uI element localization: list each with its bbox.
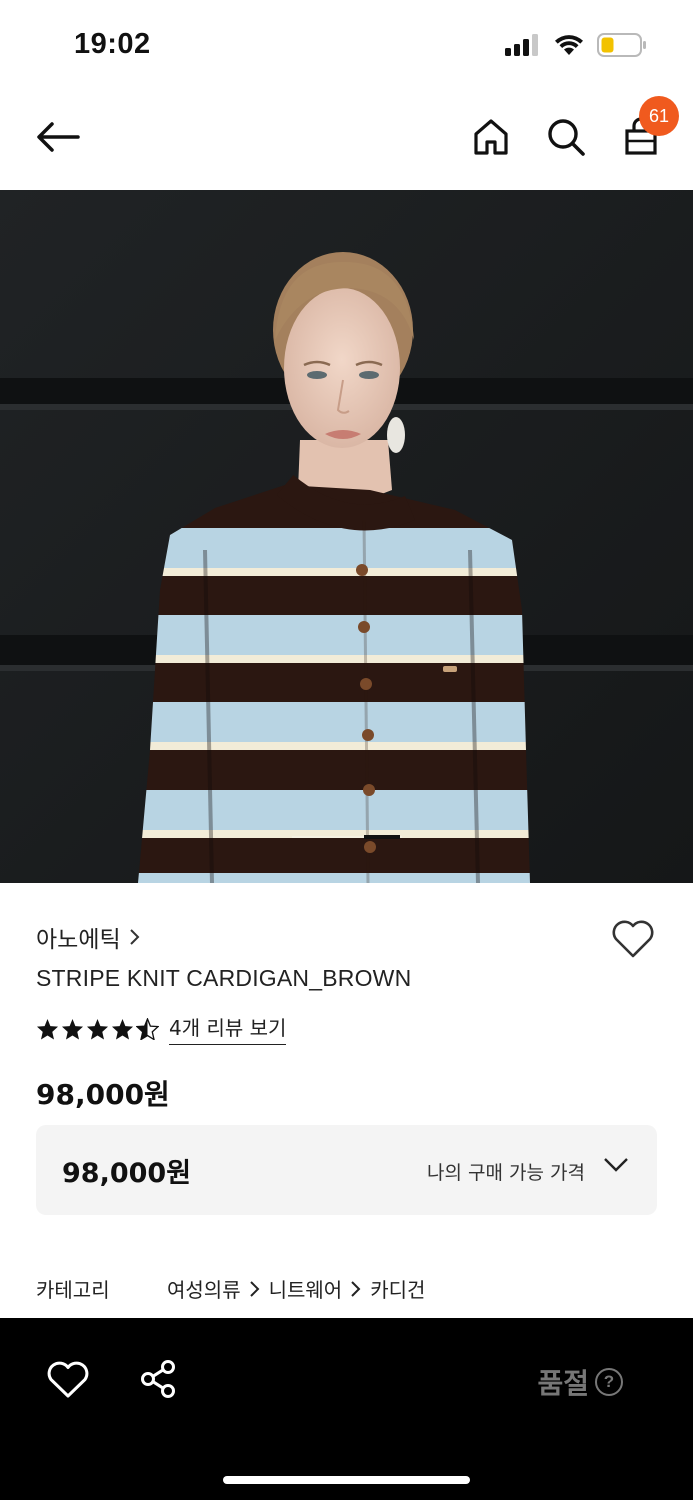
star-full-icon <box>61 1018 84 1040</box>
wifi-icon <box>555 35 583 55</box>
rating-stars <box>36 1017 159 1040</box>
product-name: STRIPE KNIT CARDIGAN_BROWN <box>36 965 412 991</box>
product-price: 98,000원 <box>36 1078 170 1111</box>
home-indicator <box>223 1476 470 1484</box>
top-navigation: 61 <box>0 90 693 190</box>
back-arrow-icon <box>37 122 80 152</box>
my-price-label: 나의 구매 가능 가격 <box>427 1162 585 1184</box>
reviews-link[interactable]: 4개 리뷰 보기 <box>169 1012 287 1045</box>
category-crumb-knitwear[interactable]: 니트웨어 <box>269 1274 343 1303</box>
product-image-gallery[interactable] <box>0 190 693 883</box>
image-pager <box>292 835 402 839</box>
cart-count-badge[interactable]: 61 <box>639 96 679 136</box>
my-price-value: 98,000원 <box>62 1158 192 1189</box>
share-icon <box>141 1360 175 1398</box>
help-icon[interactable]: ? <box>595 1368 623 1396</box>
bottom-action-bar: 품절 ? <box>0 1318 693 1500</box>
chevron-right-icon <box>249 1280 260 1297</box>
heart-outline-icon <box>612 920 654 958</box>
star-half-icon <box>136 1017 159 1040</box>
share-button[interactable] <box>138 1358 180 1400</box>
status-time: 19:02 <box>74 28 151 60</box>
battery-low-icon <box>597 33 646 57</box>
status-bar: 19:02 <box>0 0 693 90</box>
category-breadcrumb: 카테고리 여성의류 니트웨어 카디건 <box>36 1274 425 1303</box>
category-crumb-women[interactable]: 여성의류 <box>167 1274 241 1303</box>
category-crumb-cardigan[interactable]: 카디건 <box>370 1274 425 1303</box>
star-full-icon <box>36 1018 59 1040</box>
chevron-right-icon <box>351 1280 361 1297</box>
brand-name: 아노에틱 <box>36 927 121 953</box>
wishlist-button[interactable] <box>610 918 656 960</box>
status-icons <box>505 32 647 58</box>
heart-outline-icon <box>47 1361 89 1398</box>
home-icon <box>474 119 508 155</box>
star-full-icon <box>111 1018 134 1040</box>
chevron-right-icon <box>129 929 140 945</box>
search-icon <box>548 119 585 156</box>
rating-row: 4개 리뷰 보기 <box>36 1012 287 1045</box>
cellular-signal-icon <box>505 34 538 56</box>
category-label: 카테고리 <box>36 1278 110 1302</box>
soldout-label: 품절 <box>537 1367 589 1400</box>
my-price-dropdown[interactable]: 98,000원 나의 구매 가능 가격 <box>36 1125 657 1215</box>
brand-link[interactable]: 아노에틱 <box>36 920 141 954</box>
back-button[interactable] <box>30 112 86 162</box>
search-button[interactable] <box>541 112 591 162</box>
bottom-wishlist-button[interactable] <box>46 1360 90 1400</box>
home-button[interactable] <box>466 112 516 162</box>
pager-active-indicator <box>364 835 400 839</box>
chevron-down-icon <box>604 1158 628 1172</box>
product-photo <box>0 190 693 883</box>
star-full-icon <box>86 1018 109 1040</box>
soldout-status: 품절 ? <box>537 1362 623 1402</box>
